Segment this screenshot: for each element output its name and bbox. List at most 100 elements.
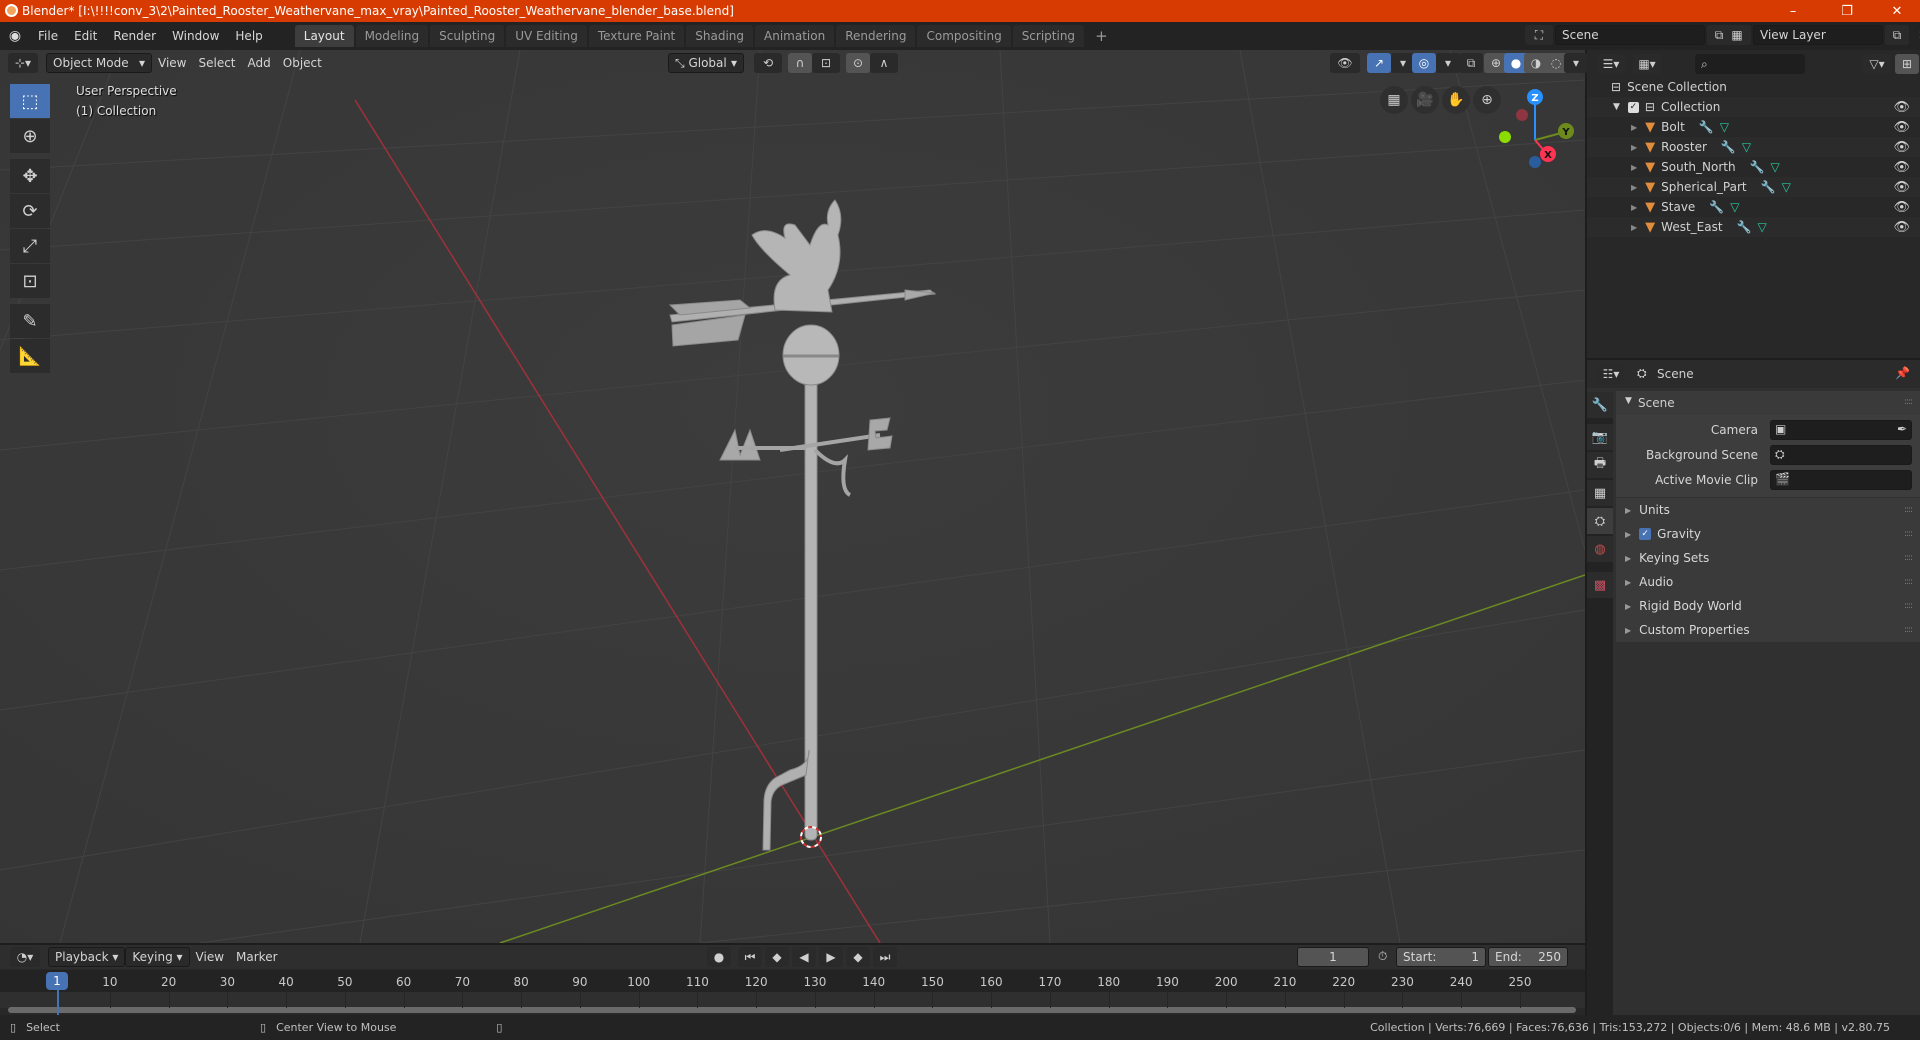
workspace-tab-shading[interactable]: Shading [686,25,753,47]
object-mode-dropdown[interactable]: Object Mode ▾ [46,53,152,73]
rotate-tool-icon[interactable]: ⟳ [10,194,50,228]
overlays-dropdown-icon[interactable]: ▾ [1436,53,1460,73]
drag-handle-icon[interactable]: :::: [1904,625,1913,635]
new-view-layer-icon[interactable]: ⧉ [1885,25,1909,45]
workspace-tab-modeling[interactable]: Modeling [355,25,429,47]
outliner-object-row[interactable]: ▶ ▼ Bolt 🔧 ▽ 👁 [1587,117,1920,137]
view-layer-name-field[interactable]: View Layer [1753,25,1883,45]
expand-arrow-icon[interactable]: ▶ [1631,123,1637,132]
visibility-eye-icon[interactable]: 👁 [1893,120,1910,135]
navigation-gizmo[interactable]: Z Y X [1490,85,1585,175]
collection-checkbox[interactable]: ✓ [1627,101,1639,113]
timeline-editor-type-icon[interactable]: ◔▾ [10,947,40,967]
expand-arrow-icon[interactable]: ▶ [1625,506,1631,515]
snap-toggle-icon[interactable]: ∩ [788,53,812,73]
pivot-point-icon[interactable]: ⟲ [754,53,782,73]
outliner-object-row[interactable]: ▶ ▼ Spherical_Part 🔧 ▽ 👁 [1587,177,1920,197]
mesh-data-icon[interactable]: ▽ [1771,160,1780,174]
pin-icon[interactable]: 📌 [1895,366,1910,380]
3d-viewport[interactable]: User Perspective (1) Collection ▦ 🎥 ✋ ⊕ … [0,50,1585,943]
menu-help[interactable]: Help [227,25,270,47]
scene-browse-icon[interactable]: ⛶ [1525,25,1553,45]
drag-handle-icon[interactable]: :::: [1904,505,1913,515]
mesh-data-icon[interactable]: ▽ [1742,140,1751,154]
scene-tab-icon[interactable]: ⛭ [1587,508,1613,534]
play-reverse-icon[interactable]: ◀ [792,947,816,967]
workspace-tab-texture-paint[interactable]: Texture Paint [588,25,685,47]
expand-arrow-icon[interactable]: ▶ [1625,578,1631,587]
expand-arrow-icon[interactable]: ▶ [1625,530,1631,539]
current-frame-field[interactable]: 1 [1297,947,1369,967]
record-icon[interactable]: ● [707,947,731,967]
outliner-object-row[interactable]: ▶ ▼ West_East 🔧 ▽ 👁 [1587,217,1920,237]
xray-toggle-icon[interactable]: ⧉ [1459,53,1483,73]
menu-window[interactable]: Window [164,25,227,47]
annotate-tool-icon[interactable]: ✎ [10,304,50,338]
view-layer-tab-icon[interactable]: ▦ [1587,480,1613,506]
property-section-header[interactable]: ▶ ✓ Gravity:::: [1616,522,1920,546]
gravity-checkbox[interactable]: ✓ [1639,528,1652,540]
workspace-tab-scripting[interactable]: Scripting [1012,25,1085,47]
drag-handle-icon[interactable]: :::: [1904,601,1913,611]
property-section-header[interactable]: ▶ Custom Properties:::: [1616,618,1920,642]
workspace-tab-rendering[interactable]: Rendering [836,25,916,47]
blender-menu-icon[interactable]: ◉ [0,28,30,44]
modifier-wrench-icon[interactable]: 🔧 [1709,200,1724,214]
visibility-eye-icon[interactable]: 👁 [1893,200,1910,215]
modifier-wrench-icon[interactable]: 🔧 [1761,180,1776,194]
timeline-marker-menu[interactable]: Marker [230,947,283,967]
menu-edit[interactable]: Edit [66,25,105,47]
camera-view-icon[interactable]: 🎥 [1411,86,1439,114]
outliner-object-row[interactable]: ▶ ▼ Rooster 🔧 ▽ 👁 [1587,137,1920,157]
scale-tool-icon[interactable]: ⤢ [10,229,50,263]
start-frame-field[interactable]: Start: 1 [1396,947,1486,967]
expand-arrow-icon[interactable]: ▶ [1631,223,1637,232]
visibility-eye-icon[interactable]: 👁 [1893,180,1910,195]
timeline-scrollbar[interactable] [8,1007,1576,1013]
property-section-header[interactable]: ▶ Audio:::: [1616,570,1920,594]
workspace-tab-uv-editing[interactable]: UV Editing [506,25,587,47]
maximize-button[interactable]: ❐ [1824,0,1870,22]
workspace-tab-sculpting[interactable]: Sculpting [430,25,505,47]
expand-arrow-icon[interactable]: ▶ [1631,203,1637,212]
menu-select[interactable]: Select [192,53,241,73]
expand-arrow-icon[interactable]: ▶ [1625,602,1631,611]
world-tab-icon[interactable]: ◍ [1587,536,1613,562]
visibility-eye-icon[interactable]: 👁 [1893,160,1910,175]
menu-add[interactable]: Add [242,53,277,73]
menu-view[interactable]: View [152,53,192,73]
drag-handle-icon[interactable]: :::: [1904,577,1913,587]
delete-view-layer-icon[interactable]: ✕ [1911,25,1920,45]
transform-tool-icon[interactable]: ⊡ [10,264,50,298]
workspace-tab-layout[interactable]: Layout [294,25,354,47]
mesh-data-icon[interactable]: ▽ [1730,200,1739,214]
workspace-tab-compositing[interactable]: Compositing [917,25,1011,47]
new-collection-icon[interactable]: ⊞ [1895,54,1919,74]
scene-name-field[interactable]: Scene [1555,25,1705,45]
menu-object[interactable]: Object [277,53,328,73]
next-keyframe-icon[interactable]: ◆ [846,947,870,967]
expand-arrow-icon[interactable]: ▶ [1625,626,1631,635]
expand-arrow-icon[interactable]: ▼ [1613,102,1620,112]
transform-orientation-dropdown[interactable]: ⤡ Global ▾ [668,53,744,73]
display-mode-icon[interactable]: ▦▾ [1633,54,1661,74]
output-tab-icon[interactable]: 🖶 [1587,452,1613,478]
add-workspace-button[interactable]: + [1086,25,1117,47]
editor-type-icon[interactable]: ⊹▾ [8,53,38,73]
select-box-tool-icon[interactable]: ⬚ [10,84,50,118]
mesh-data-icon[interactable]: ▽ [1758,220,1767,234]
pan-hand-icon[interactable]: ✋ [1442,86,1470,114]
modifier-wrench-icon[interactable]: 🔧 [1750,160,1765,174]
minimize-button[interactable]: – [1770,0,1816,22]
playhead-line[interactable] [57,990,59,1015]
outliner-collection[interactable]: ▼ ✓ ⊟ Collection 👁 [1587,97,1920,117]
scene-panel-header[interactable]: ▼ Scene :::: [1616,391,1920,415]
keying-menu[interactable]: Keying ▾ [125,947,190,967]
tool-tab-icon[interactable]: 🔧 [1587,392,1613,418]
timeline-track-area[interactable] [0,992,1585,1008]
view-layer-browse-icon[interactable]: ▦ [1723,25,1751,45]
outliner-object-row[interactable]: ▶ ▼ South_North 🔧 ▽ 👁 [1587,157,1920,177]
stopwatch-icon[interactable]: ⏱ [1378,949,1387,964]
outliner-editor-type-icon[interactable]: ☰▾ [1597,54,1625,74]
outliner-object-row[interactable]: ▶ ▼ Stave 🔧 ▽ 👁 [1587,197,1920,217]
